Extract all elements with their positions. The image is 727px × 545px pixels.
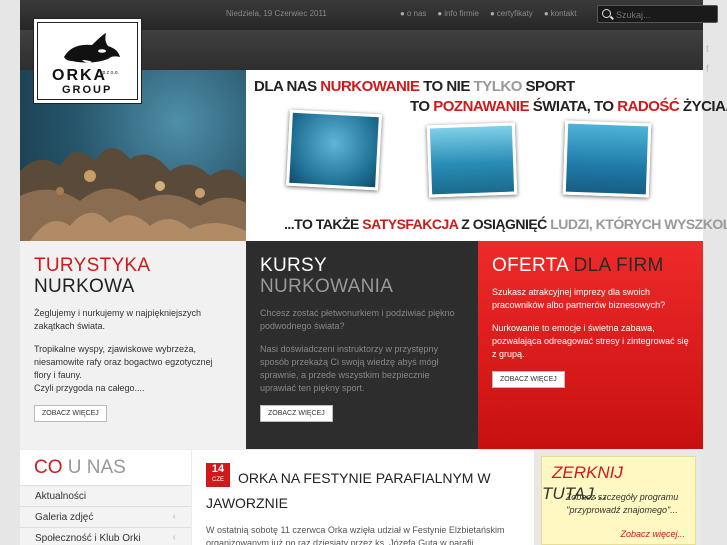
twitter-icon[interactable]: t bbox=[706, 40, 709, 60]
tourism-text-2: Tropikalne wyspy, zjawiskowe wybrzeża, n… bbox=[34, 344, 213, 380]
courses-text-2: Nasi doświadczeni instruktorzy w przystę… bbox=[260, 344, 439, 393]
business-title: OFERTA DLA FIRM bbox=[492, 255, 664, 276]
business-more-button[interactable]: ZOBACZ WIĘCEJ bbox=[492, 371, 565, 388]
search-input[interactable] bbox=[616, 8, 712, 21]
nav-link-certyfikaty[interactable]: ● certyfikaty bbox=[490, 9, 533, 18]
hero-photo-1 bbox=[286, 109, 382, 191]
business-text-1: Szukasz atrakcyjnej imprezy dla swoich p… bbox=[492, 287, 666, 310]
news-title[interactable]: ORKA NA FESTYNIE PARAFIALNYM W JAWORZNIE bbox=[206, 466, 526, 516]
facebook-icon[interactable]: f bbox=[706, 60, 709, 80]
promo-more-link[interactable]: Zobacz więcej... bbox=[620, 529, 685, 539]
promo-title-2: TUTAJ... bbox=[542, 484, 608, 503]
hero-line-1: DLA NAS NURKOWANIE TO NIE TYLKO SPORT bbox=[254, 78, 575, 95]
tourism-box: TURYSTYKA NURKOWA Żeglujemy i nurkujemy w… bbox=[20, 241, 246, 449]
hero-line-2: TO POZNAWANIE ŚWIATA, TO RADOŚĆ ŻYCIA... bbox=[410, 98, 727, 115]
coral-reef-image bbox=[20, 147, 246, 241]
promo-note: ZERKNIJ Zobacz szczegóły programu "przyp… bbox=[541, 456, 696, 545]
about-menu: Aktualności Galeria zdjęć ‹ Społeczność i… bbox=[20, 485, 191, 545]
about-section: CO U NAS Aktualności Galeria zdjęć ‹ Społ… bbox=[20, 450, 191, 545]
hero-photo-3 bbox=[562, 120, 652, 198]
news-section: 14 CZE ORKA NA FESTYNIE PARAFIALNYM W JA… bbox=[192, 450, 534, 545]
nav-link-o-nas[interactable]: ● o nas bbox=[400, 9, 426, 18]
tourism-more-button[interactable]: ZOBACZ WIĘCEJ bbox=[34, 405, 107, 422]
business-offer-box: OFERTA DLA FIRM Szukasz atrakcyjnej impr… bbox=[478, 241, 703, 449]
nav-link-info-firmie[interactable]: ● info firmie bbox=[437, 9, 479, 18]
courses-box: KURSY NURKOWANIA Chcesz zostać płetwonurk… bbox=[246, 241, 478, 449]
promo-section: ZERKNIJ Zobacz szczegóły programu "przyp… bbox=[534, 450, 703, 545]
chevron-left-icon: ‹ bbox=[172, 532, 176, 543]
tourism-title: TURYSTYKA NURKOWA bbox=[34, 255, 151, 297]
current-date: Niedziela, 19 Czerwiec 2011 bbox=[226, 9, 327, 18]
news-body: W ostatnią sobotę 11 czerwca Orka wzięła… bbox=[206, 525, 505, 545]
tourism-text-1: Żeglujemy i nurkujemy w najpiękniejszych… bbox=[34, 308, 202, 331]
page: Niedziela, 19 Czerwiec 2011 ● o nas ● info… bbox=[0, 0, 727, 545]
hero-banner: DLA NAS NURKOWANIE TO NIE TYLKO SPORT TO… bbox=[246, 70, 727, 241]
orka-group-logo[interactable]: ORKA sp.z o.o. GROUP bbox=[33, 18, 142, 104]
logo-sub: GROUP bbox=[62, 84, 113, 96]
search-icon[interactable] bbox=[602, 9, 611, 18]
social-links: t f bbox=[706, 40, 709, 80]
courses-more-button[interactable]: ZOBACZ WIĘCEJ bbox=[260, 405, 333, 422]
menu-item-galeria[interactable]: Galeria zdjęć ‹ bbox=[20, 506, 191, 527]
search-box[interactable] bbox=[597, 5, 718, 23]
about-title: CO U NAS bbox=[34, 457, 126, 478]
promo-title-1: ZERKNIJ bbox=[552, 463, 623, 482]
tourism-text-3: Czyli przygoda na całego.... bbox=[34, 383, 145, 393]
hero-photo-2 bbox=[426, 122, 518, 198]
menu-item-aktualnosci[interactable]: Aktualności bbox=[20, 485, 191, 506]
business-text-2: Nurkowanie to emocje i świetna zabawa, p… bbox=[492, 323, 689, 359]
orca-icon bbox=[64, 33, 120, 63]
chevron-left-icon: ‹ bbox=[172, 511, 176, 522]
courses-text-1: Chcesz zostać płetwonurkiem i podziwiać … bbox=[260, 308, 455, 331]
logo-suffix: sp.z o.o. bbox=[100, 70, 119, 76]
logo-name: ORKA bbox=[52, 67, 108, 84]
top-nav: ● o nas ● info firmie ● certyfikaty ● kontak… bbox=[400, 9, 576, 18]
nav-link-kontakt[interactable]: ● kontakt bbox=[544, 9, 577, 18]
menu-item-spolecznosc[interactable]: Społeczność i Klub Orki ‹ bbox=[20, 527, 191, 545]
hero-line-3: ...TO TAKŻE SATYSFAKCJA Z OSIĄGNIĘĆ LUDZ… bbox=[284, 216, 727, 232]
courses-title: KURSY NURKOWANIA bbox=[260, 255, 394, 297]
